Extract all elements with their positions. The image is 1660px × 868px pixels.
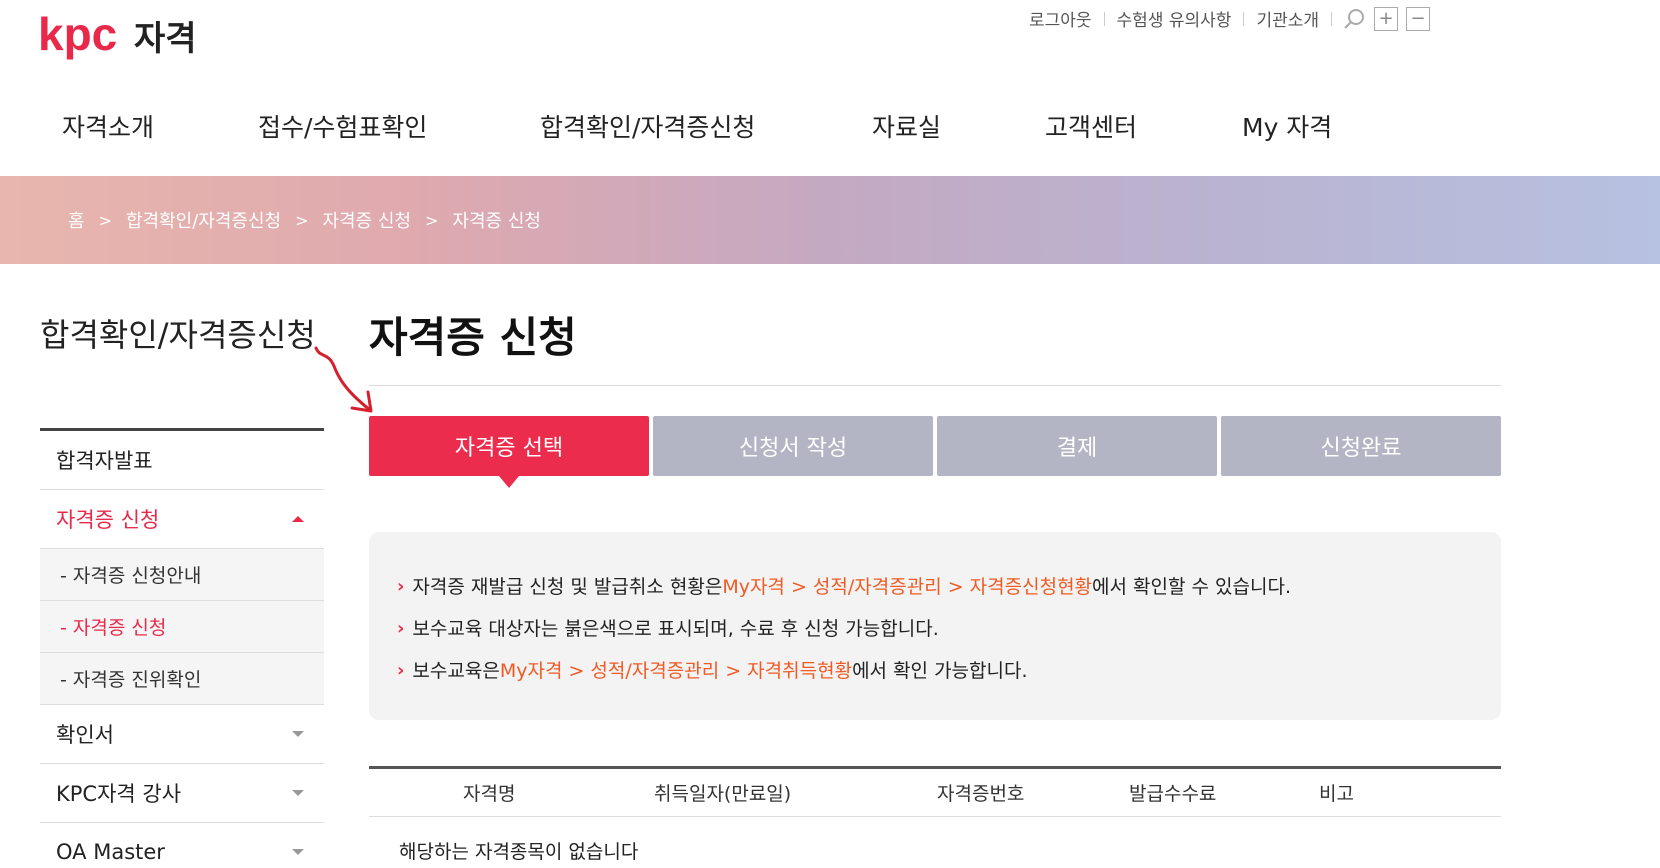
logo-mark: kpc 자격 bbox=[38, 8, 197, 60]
logout-link[interactable]: 로그아웃 bbox=[1017, 6, 1104, 31]
chevron-right-icon: > bbox=[98, 210, 112, 230]
breadcrumb: 홈 > 합격확인/자격증신청 > 자격증 신청 > 자격증 신청 bbox=[68, 207, 541, 233]
col-note: 비고 bbox=[1319, 783, 1354, 805]
step-payment: 결제 bbox=[937, 416, 1217, 476]
notice-text: 자격증 재발급 신청 및 발급취소 현황은 bbox=[412, 576, 723, 598]
caret-down-icon bbox=[292, 731, 304, 737]
search-icon[interactable] bbox=[1342, 7, 1366, 31]
col-date: 취득일자(만료일) bbox=[654, 783, 792, 805]
chevron-right-icon: > bbox=[295, 210, 309, 230]
breadcrumb-banner: 홈 > 합격확인/자격증신청 > 자격증 신청 > 자격증 신청 bbox=[0, 176, 1660, 264]
notice-text: 에서 확인 가능합니다. bbox=[852, 660, 1028, 682]
col-fee: 발급수수료 bbox=[1129, 783, 1217, 805]
notice-item: › 자격증 재발급 신청 및 발급취소 현황은 My자격 > 성적/자격증관리 … bbox=[397, 566, 1473, 608]
notice-item: › 보수교육 대상자는 붉은색으로 표시되며, 수료 후 신청 가능합니다. bbox=[397, 608, 1473, 650]
sidebar-subitem-verify[interactable]: - 자격증 진위확인 bbox=[40, 653, 324, 705]
notice-text: 에서 확인할 수 있습니다. bbox=[1092, 576, 1291, 598]
sidebar-item-label: 확인서 bbox=[56, 723, 114, 747]
breadcrumb-section[interactable]: 합격확인/자격증신청 bbox=[126, 207, 281, 233]
notice-text: 보수교육은 bbox=[412, 660, 500, 682]
step-write-application: 신청서 작성 bbox=[653, 416, 933, 476]
nav-pass-certificate[interactable]: 합격확인/자격증신청 bbox=[540, 108, 755, 144]
sidebar-subitem-guide[interactable]: - 자격증 신청안내 bbox=[40, 549, 324, 601]
sidebar-item-label: OA Master bbox=[56, 840, 165, 864]
caret-down-icon bbox=[292, 790, 304, 796]
sidebar-subitem-apply[interactable]: - 자격증 신청 bbox=[40, 601, 324, 653]
logo-brand: kpc bbox=[38, 8, 117, 60]
notice-link[interactable]: My자격 > 성적/자격증관리 > 자격증신청현황 bbox=[722, 566, 1092, 608]
step-complete: 신청완료 bbox=[1221, 416, 1501, 476]
nav-resources[interactable]: 자료실 bbox=[872, 108, 941, 144]
nav-qualification-intro[interactable]: 자격소개 bbox=[62, 108, 154, 144]
sidebar-item-label: 합격자발표 bbox=[56, 449, 153, 473]
utility-bar: 로그아웃 수험생 유의사항 기관소개 + − bbox=[1017, 6, 1430, 31]
zoom-in-icon[interactable]: + bbox=[1374, 6, 1398, 31]
chevron-right-icon: › bbox=[397, 660, 405, 681]
notice-box: › 자격증 재발급 신청 및 발급취소 현황은 My자격 > 성적/자격증관리 … bbox=[369, 532, 1501, 720]
sidebar: 합격확인/자격증신청 합격자발표 자격증 신청 - 자격증 신청안내 - 자격증… bbox=[40, 312, 324, 868]
col-number: 자격증번호 bbox=[937, 783, 1025, 805]
exam-notice-link[interactable]: 수험생 유의사항 bbox=[1105, 6, 1244, 31]
step-select-certificate: 자격증 선택 bbox=[369, 416, 649, 488]
table-empty-message: 해당하는 자격종목이 없습니다 bbox=[399, 841, 639, 863]
sidebar-submenu: - 자격증 신청안내 - 자격증 신청 - 자격증 진위확인 bbox=[40, 549, 324, 705]
sidebar-item-label: KPC자격 강사 bbox=[56, 782, 182, 806]
chevron-right-icon: › bbox=[397, 576, 405, 597]
step-indicator: 자격증 선택 신청서 작성 결제 신청완료 bbox=[369, 416, 1501, 488]
notice-item: › 보수교육은 My자격 > 성적/자격증관리 > 자격취득현황 에서 확인 가… bbox=[397, 650, 1473, 692]
divider bbox=[1331, 11, 1332, 26]
kpc-logo[interactable]: kpc 자격 bbox=[38, 8, 208, 72]
table-header: 자격명 취득일자(만료일) 자격증번호 발급수수료 비고 bbox=[369, 769, 1501, 817]
nav-my-qualification[interactable]: My 자격 bbox=[1242, 108, 1332, 144]
notice-link[interactable]: My자격 > 성적/자격증관리 > 자격취득현황 bbox=[500, 650, 852, 692]
chevron-right-icon: › bbox=[397, 618, 405, 639]
notice-text: 보수교육 대상자는 붉은색으로 표시되며, 수료 후 신청 가능합니다. bbox=[412, 618, 939, 640]
breadcrumb-current[interactable]: 자격증 신청 bbox=[452, 207, 541, 233]
sidebar-item-confirmation[interactable]: 확인서 bbox=[40, 705, 324, 764]
sidebar-item-pass-announcement[interactable]: 합격자발표 bbox=[40, 431, 324, 490]
zoom-out-icon[interactable]: − bbox=[1406, 6, 1430, 31]
certificate-table: 자격명 취득일자(만료일) 자격증번호 발급수수료 비고 해당하는 자격종목이 … bbox=[369, 766, 1501, 864]
chevron-right-icon: > bbox=[425, 210, 439, 230]
col-name: 자격명 bbox=[463, 783, 516, 805]
sidebar-item-instructor[interactable]: KPC자격 강사 bbox=[40, 764, 324, 823]
sidebar-title: 합격확인/자격증신청 bbox=[40, 316, 316, 354]
nav-registration[interactable]: 접수/수험표확인 bbox=[258, 108, 427, 144]
sidebar-item-certificate-apply[interactable]: 자격증 신청 bbox=[40, 490, 324, 549]
main-nav: 자격소개 접수/수험표확인 합격확인/자격증신청 자료실 고객센터 My 자격 bbox=[0, 108, 1660, 154]
about-link[interactable]: 기관소개 bbox=[1244, 6, 1331, 31]
caret-down-icon bbox=[292, 849, 304, 855]
logo-suffix: 자격 bbox=[134, 19, 197, 59]
caret-up-icon bbox=[292, 516, 304, 522]
breadcrumb-subsection[interactable]: 자격증 신청 bbox=[322, 207, 411, 233]
nav-customer-center[interactable]: 고객센터 bbox=[1045, 108, 1137, 144]
sidebar-item-oa-master[interactable]: OA Master bbox=[40, 823, 324, 868]
main-content: 자격증 신청 자격증 선택 신청서 작성 결제 신청완료 › 자격증 재발급 신… bbox=[369, 300, 1501, 864]
sidebar-menu: 합격자발표 자격증 신청 - 자격증 신청안내 - 자격증 신청 - 자격증 진… bbox=[40, 428, 324, 868]
breadcrumb-home[interactable]: 홈 bbox=[68, 207, 85, 233]
sidebar-item-label: 자격증 신청 bbox=[56, 508, 160, 532]
page-title: 자격증 신청 bbox=[369, 300, 1501, 386]
